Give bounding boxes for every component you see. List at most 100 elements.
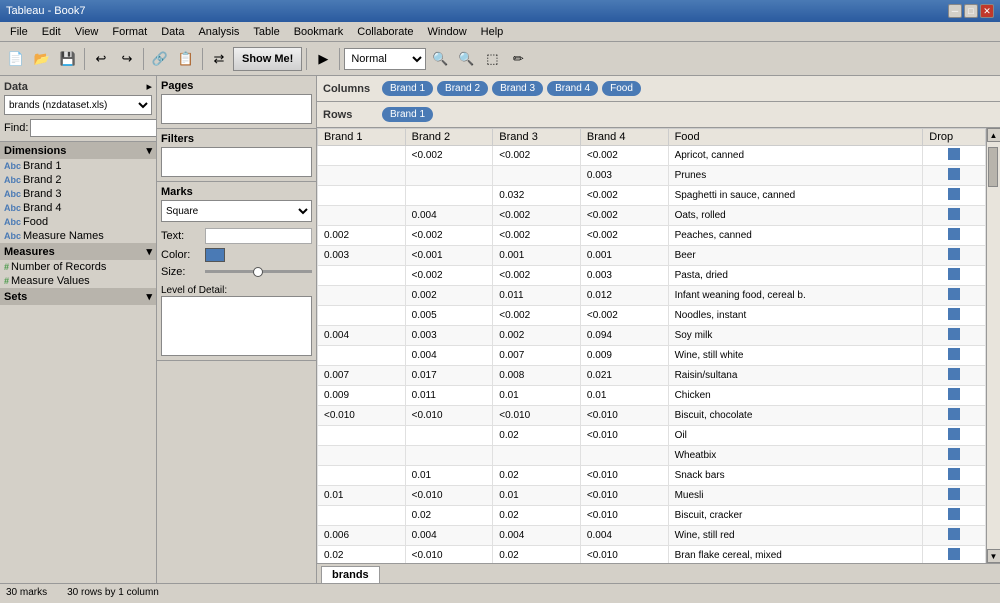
new-button[interactable]: 📄 (4, 47, 28, 71)
blue-square-indicator[interactable] (948, 248, 960, 260)
dim-brand2[interactable]: Abc Brand 2 (0, 173, 156, 187)
blue-square-indicator[interactable] (948, 388, 960, 400)
marks-text-drop[interactable] (205, 228, 312, 244)
minimize-button[interactable]: ─ (948, 4, 962, 18)
cell-indicator[interactable] (923, 146, 986, 166)
cell-indicator[interactable] (923, 386, 986, 406)
menu-window[interactable]: Window (422, 24, 473, 40)
blue-square-indicator[interactable] (948, 168, 960, 180)
swap-button[interactable]: ⇄ (207, 47, 231, 71)
cell-indicator[interactable] (923, 326, 986, 346)
menu-help[interactable]: Help (475, 24, 510, 40)
blue-square-indicator[interactable] (948, 428, 960, 440)
col-pill-brand1[interactable]: Brand 1 (382, 81, 433, 96)
measures-header[interactable]: Measures ▾ (0, 243, 156, 260)
cell-indicator[interactable] (923, 426, 986, 446)
col-pill-food[interactable]: Food (602, 81, 641, 96)
dim-measure-names[interactable]: Abc Measure Names (0, 229, 156, 243)
blue-square-indicator[interactable] (948, 308, 960, 320)
cell-indicator[interactable] (923, 206, 986, 226)
col-pill-brand4[interactable]: Brand 4 (547, 81, 598, 96)
marks-type-select[interactable]: Square Automatic Bar Line Circle Shape T… (161, 200, 312, 222)
marks-color-swatch[interactable] (205, 248, 225, 262)
level-detail-drop[interactable] (161, 296, 312, 356)
marks-size-thumb[interactable] (253, 267, 263, 277)
cell-indicator[interactable] (923, 446, 986, 466)
data-table-scroll[interactable]: Brand 1 Brand 2 Brand 3 Brand 4 Food Dro… (317, 128, 986, 563)
menu-view[interactable]: View (69, 24, 105, 40)
dim-brand4[interactable]: Abc Brand 4 (0, 201, 156, 215)
cell-indicator[interactable] (923, 366, 986, 386)
cell-indicator[interactable] (923, 226, 986, 246)
blue-square-indicator[interactable] (948, 408, 960, 420)
blue-square-indicator[interactable] (948, 468, 960, 480)
blue-square-indicator[interactable] (948, 288, 960, 300)
cell-indicator[interactable] (923, 546, 986, 564)
zoom-out-button[interactable]: 🔍 (454, 47, 478, 71)
menu-bookmark[interactable]: Bookmark (288, 24, 350, 40)
measure-values[interactable]: # Measure Values (0, 274, 156, 288)
find-input[interactable] (30, 119, 157, 137)
fix-axes-button[interactable]: ⬚ (480, 47, 504, 71)
filters-drop-zone[interactable] (161, 147, 312, 177)
cell-indicator[interactable] (923, 306, 986, 326)
duplicate-button[interactable]: 📋 (174, 47, 198, 71)
row-pill-brand1[interactable]: Brand 1 (382, 107, 433, 122)
cell-indicator[interactable] (923, 486, 986, 506)
blue-square-indicator[interactable] (948, 368, 960, 380)
scroll-thumb[interactable] (988, 147, 998, 187)
pencil-button[interactable]: ✏ (506, 47, 530, 71)
undo-button[interactable]: ↩ (89, 47, 113, 71)
cell-indicator[interactable] (923, 266, 986, 286)
present-button[interactable]: ▶ (311, 47, 335, 71)
blue-square-indicator[interactable] (948, 148, 960, 160)
sets-header[interactable]: Sets ▾ (0, 288, 156, 305)
dim-brand1[interactable]: Abc Brand 1 (0, 159, 156, 173)
data-expand-icon[interactable]: ▸ (146, 80, 152, 93)
col-pill-brand3[interactable]: Brand 3 (492, 81, 543, 96)
menu-table[interactable]: Table (247, 24, 285, 40)
dimensions-header[interactable]: Dimensions ▾ (0, 142, 156, 159)
blue-square-indicator[interactable] (948, 528, 960, 540)
cell-indicator[interactable] (923, 526, 986, 546)
blue-square-indicator[interactable] (948, 488, 960, 500)
menu-file[interactable]: File (4, 24, 34, 40)
tab-brands[interactable]: brands (321, 566, 380, 583)
blue-square-indicator[interactable] (948, 208, 960, 220)
blue-square-indicator[interactable] (948, 548, 960, 560)
blue-square-indicator[interactable] (948, 508, 960, 520)
menu-analysis[interactable]: Analysis (192, 24, 245, 40)
data-source-select[interactable]: brands (nzdataset.xls) (4, 95, 152, 115)
scroll-down-button[interactable]: ▼ (987, 549, 1000, 563)
blue-square-indicator[interactable] (948, 268, 960, 280)
cell-indicator[interactable] (923, 466, 986, 486)
blue-square-indicator[interactable] (948, 328, 960, 340)
scroll-up-button[interactable]: ▲ (987, 128, 1000, 142)
zoom-in-button[interactable]: 🔍 (428, 47, 452, 71)
cell-indicator[interactable] (923, 246, 986, 266)
measure-num-records[interactable]: # Number of Records (0, 260, 156, 274)
cell-indicator[interactable] (923, 506, 986, 526)
cell-indicator[interactable] (923, 346, 986, 366)
cell-indicator[interactable] (923, 186, 986, 206)
dim-brand3[interactable]: Abc Brand 3 (0, 187, 156, 201)
dim-food[interactable]: Abc Food (0, 215, 156, 229)
blue-square-indicator[interactable] (948, 188, 960, 200)
cell-indicator[interactable] (923, 286, 986, 306)
redo-button[interactable]: ↪ (115, 47, 139, 71)
cell-indicator[interactable] (923, 166, 986, 186)
cell-indicator[interactable] (923, 406, 986, 426)
col-pill-brand2[interactable]: Brand 2 (437, 81, 488, 96)
close-button[interactable]: ✕ (980, 4, 994, 18)
blue-square-indicator[interactable] (948, 348, 960, 360)
menu-edit[interactable]: Edit (36, 24, 67, 40)
open-button[interactable]: 📂 (30, 47, 54, 71)
blue-square-indicator[interactable] (948, 448, 960, 460)
maximize-button[interactable]: □ (964, 4, 978, 18)
pages-drop-zone[interactable] (161, 94, 312, 124)
save-button[interactable]: 💾 (56, 47, 80, 71)
add-datasource-button[interactable]: 🔗 (148, 47, 172, 71)
show-me-button[interactable]: Show Me! (233, 47, 302, 71)
menu-format[interactable]: Format (106, 24, 153, 40)
blue-square-indicator[interactable] (948, 228, 960, 240)
